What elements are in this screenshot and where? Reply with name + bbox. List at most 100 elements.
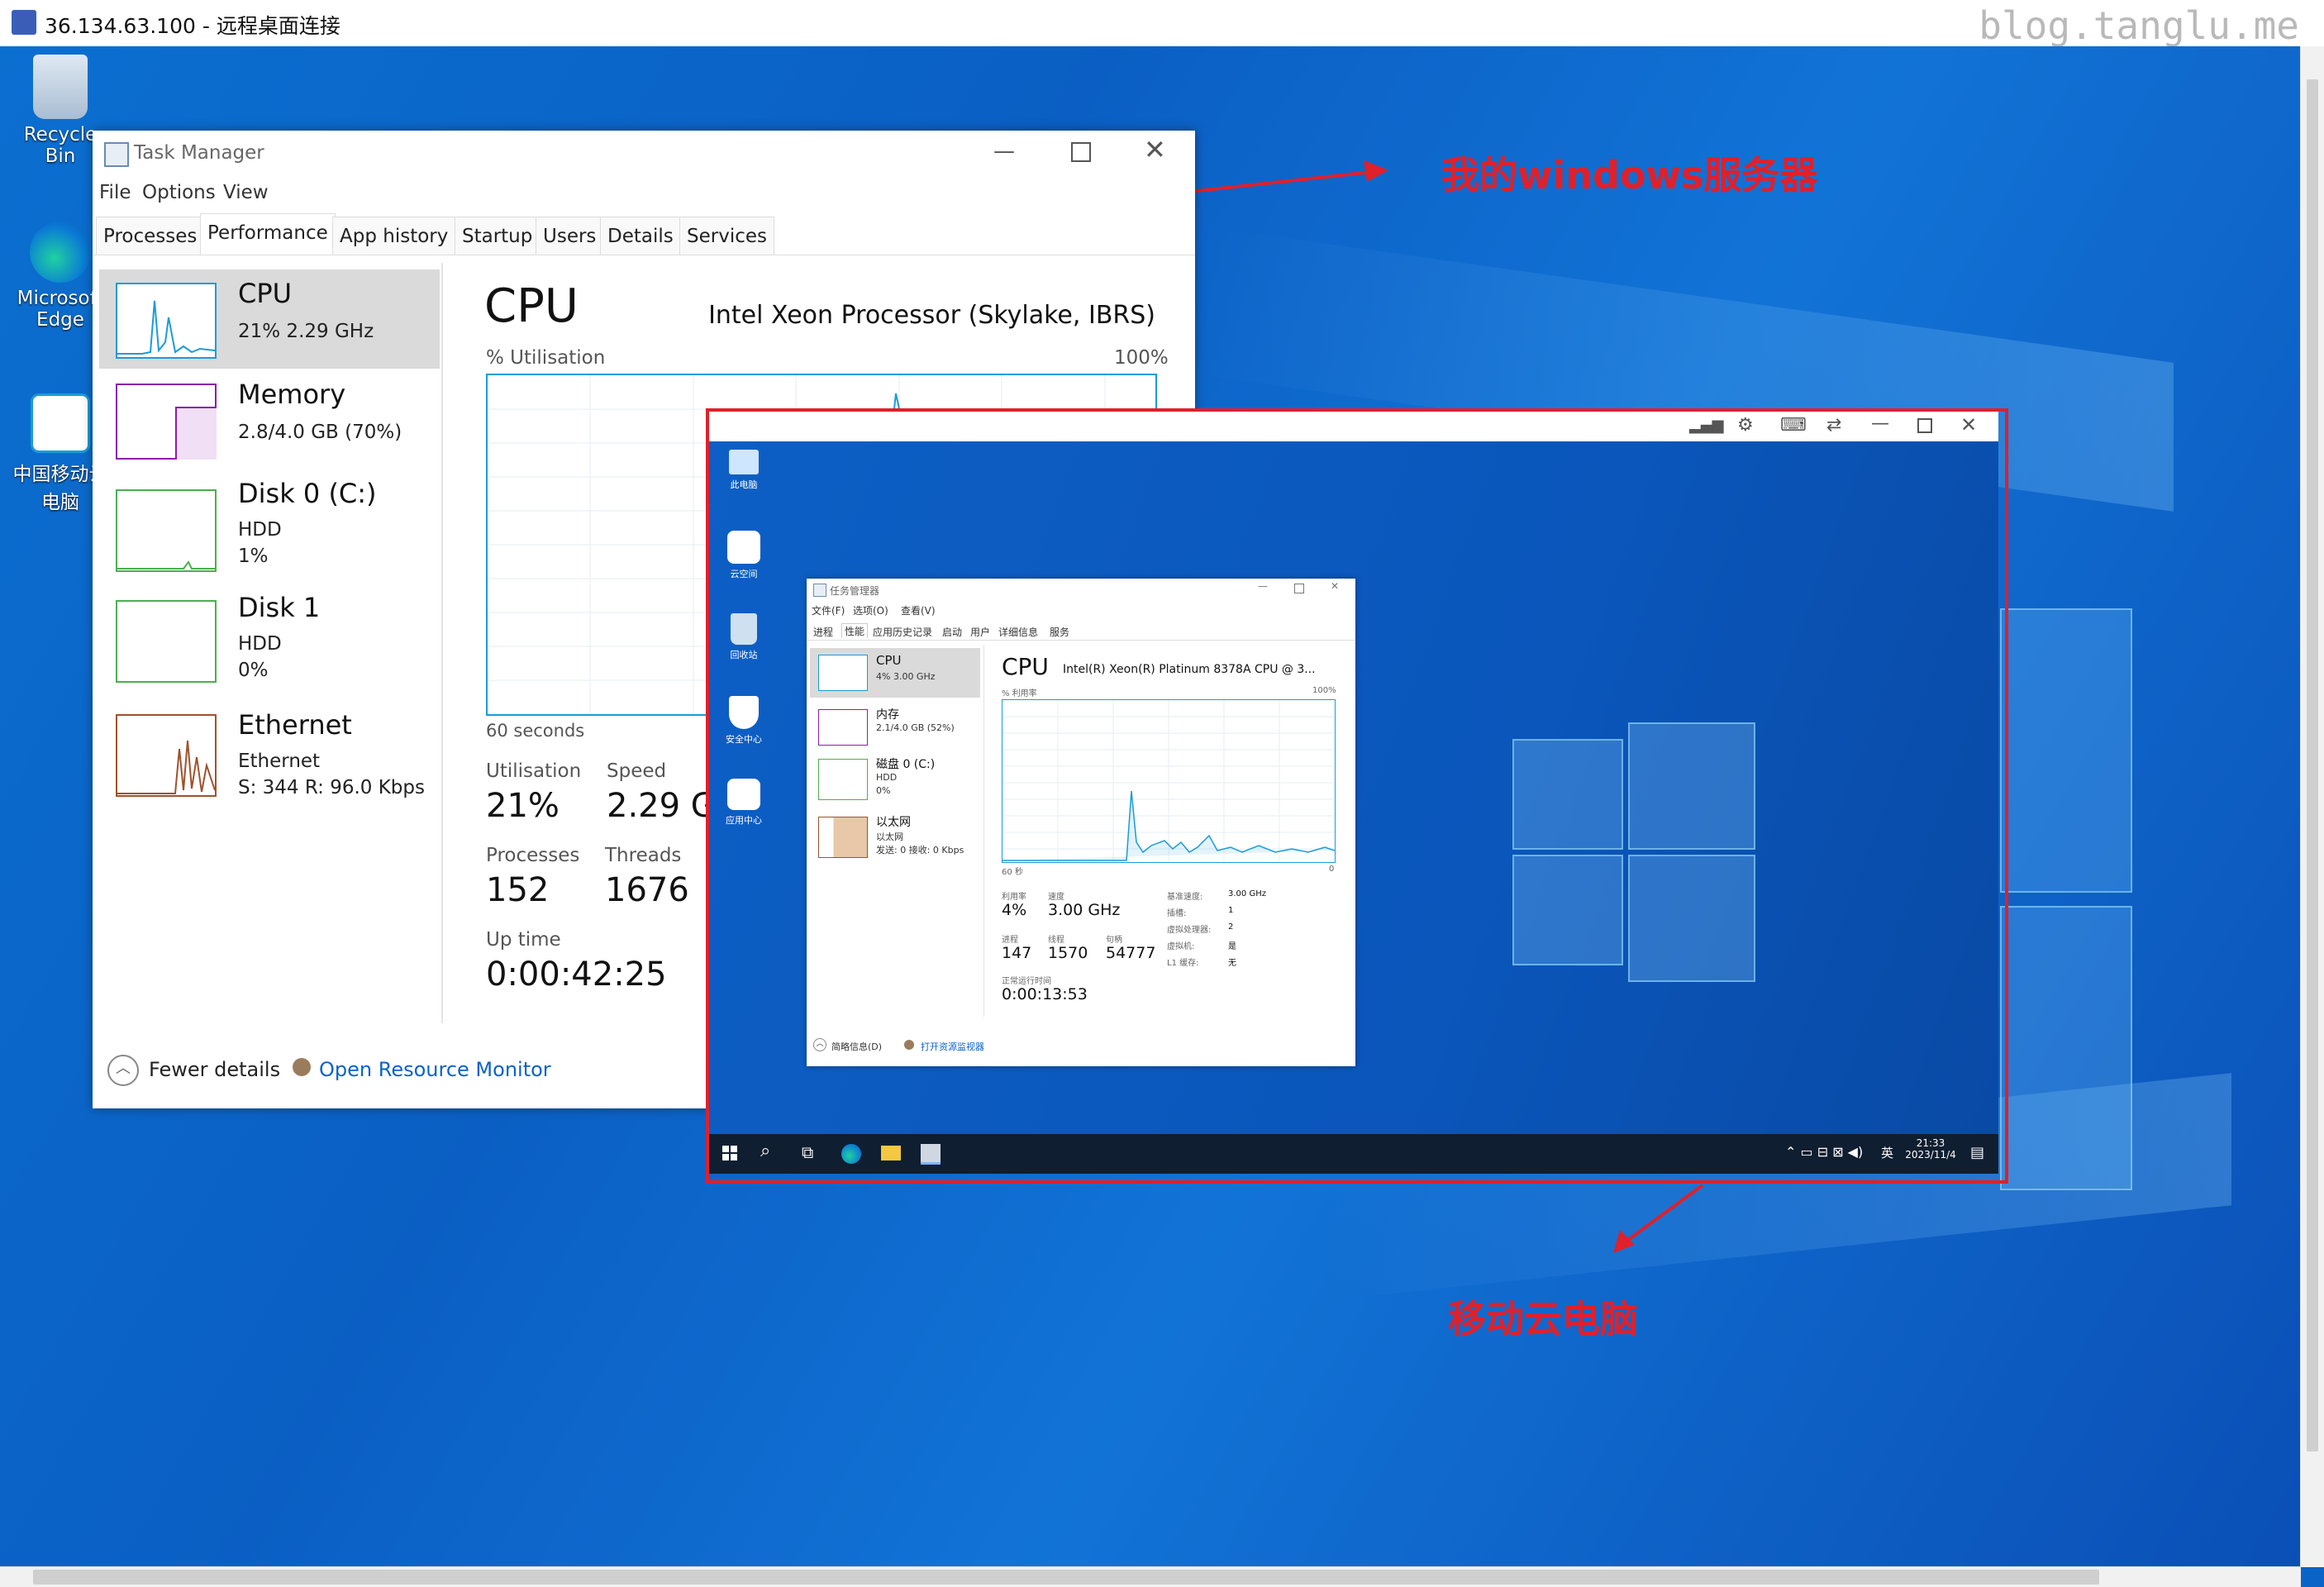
menu-view[interactable]: View <box>223 182 269 203</box>
perf-item-disk1[interactable]: Disk 1 HDD 0% <box>99 584 440 696</box>
fewer-details-button[interactable]: 简略信息(D) <box>831 1040 882 1053</box>
perf-item-detail: 4% 3.00 GHz <box>876 671 936 682</box>
perf-item-cpu[interactable]: CPU 4% 3.00 GHz <box>810 648 980 698</box>
tab-performance[interactable]: Performance <box>200 213 336 255</box>
tab-app-history[interactable]: 应用历史记录 <box>873 625 932 639</box>
tab-users[interactable]: Users <box>536 217 604 255</box>
stat-value-processes: 147 <box>1002 944 1032 962</box>
open-resource-monitor-link[interactable]: Open Resource Monitor <box>319 1058 551 1081</box>
perf-item-detail: Ethernet <box>238 751 321 772</box>
perf-item-detail: 2.8/4.0 GB (70%) <box>238 422 402 443</box>
tab-performance[interactable]: 性能 <box>841 623 869 638</box>
perf-item-name: Disk 0 (C:) <box>238 478 377 509</box>
start-icon[interactable] <box>722 1146 737 1160</box>
close-icon[interactable]: ✕ <box>1144 134 1166 165</box>
close-icon[interactable]: ✕ <box>1331 580 1339 592</box>
spec-label: 插槽: <box>1167 909 1187 918</box>
signal-icon: ▂▄▆ <box>1689 417 1724 434</box>
util-axis-max: 100% <box>1114 347 1169 369</box>
windows-logo-pane <box>1512 855 1623 965</box>
tray-icons[interactable]: ⌃ ▭ ⊟ ⊠ ◀) <box>1785 1144 1863 1160</box>
task-view-icon[interactable]: ⧉ <box>802 1142 813 1162</box>
app-center-icon <box>727 779 760 810</box>
cloud-task-manager-window[interactable]: 任务管理器 — ✕ 文件(F) 选项(O) 查看(V) 进程 性能 应用历史记录… <box>807 579 1355 1066</box>
cloud-icon-label: 云空间 <box>730 569 758 579</box>
minimize-icon[interactable]: — <box>993 139 1015 164</box>
keyboard-icon[interactable]: ⌨ <box>1780 415 1807 436</box>
perf-item-ethernet[interactable]: 以太网 以太网 发送: 0 接收: 0 Kbps <box>810 810 980 865</box>
chevron-up-icon[interactable]: ︿ <box>813 1038 826 1051</box>
scroll-thumb[interactable] <box>2307 79 2318 1451</box>
maximize-icon[interactable] <box>1917 418 1932 433</box>
perf-item-disk0[interactable]: Disk 0 (C:) HDD 1% <box>99 469 440 582</box>
sidebar-divider <box>983 645 984 1017</box>
horizontal-scrollbar[interactable] <box>0 1566 2301 1587</box>
perf-item-name: Memory <box>238 379 346 410</box>
ime-indicator[interactable]: 英 <box>1881 1144 1893 1161</box>
close-icon[interactable]: ✕ <box>1960 413 1977 436</box>
stat-value-speed: 3.00 GHz <box>1048 901 1121 919</box>
chevron-up-icon[interactable]: ︿ <box>107 1055 139 1086</box>
perf-item-memory[interactable]: 内存 2.1/4.0 GB (52%) <box>810 703 980 751</box>
edge-icon[interactable] <box>841 1144 861 1164</box>
task-manager-icon[interactable] <box>921 1144 941 1165</box>
stat-value-utilisation: 21% <box>486 787 560 825</box>
tab-app-history[interactable]: App history <box>332 217 456 255</box>
cloud-desktop-icon-apps[interactable]: 应用中心 <box>717 779 770 827</box>
tab-processes[interactable]: 进程 <box>813 625 833 639</box>
scroll-thumb[interactable] <box>33 1570 2099 1585</box>
menu-file[interactable]: 文件(F) <box>812 603 845 617</box>
stat-label-uptime: Up time <box>486 929 561 951</box>
fewer-details-button[interactable]: Fewer details <box>149 1058 280 1081</box>
clock-date: 2023/11/4 <box>1905 1149 1956 1160</box>
maximize-icon[interactable] <box>1294 584 1304 593</box>
spec-label: L1 缓存: <box>1167 959 1199 968</box>
clock-time: 21:33 <box>1916 1137 1945 1149</box>
vertical-scrollbar[interactable] <box>2300 46 2324 1567</box>
cloud-desktop-icon-pc[interactable]: 此电脑 <box>717 450 770 491</box>
maximize-icon[interactable] <box>1071 142 1091 162</box>
annotation-cloud: 移动云电脑 <box>1448 1297 1638 1342</box>
perf-item-detail: HDD <box>238 633 282 655</box>
perf-item-detail: HDD <box>876 772 898 783</box>
spec-label: 虚拟机: <box>1167 942 1195 951</box>
open-resource-monitor-link[interactable]: 打开资源监视器 <box>921 1040 984 1053</box>
perf-item-ethernet[interactable]: Ethernet Ethernet S: 344 R: 96.0 Kbps <box>99 701 440 813</box>
menu-view[interactable]: 查看(V) <box>901 603 936 617</box>
cloud-desktop-icon-recycle[interactable]: 回收站 <box>717 613 770 661</box>
menu-options[interactable]: 选项(O) <box>853 603 888 617</box>
switch-icon[interactable]: ⇄ <box>1826 415 1841 436</box>
perf-item-disk0[interactable]: 磁盘 0 (C:) HDD 0% <box>810 752 980 807</box>
stat-value-handles: 54777 <box>1106 944 1156 962</box>
cloud-desktop-icon-security[interactable]: 安全中心 <box>717 696 770 746</box>
tab-startup[interactable]: 启动 <box>942 625 962 639</box>
cloud-desktop-icon-space[interactable]: 云空间 <box>717 531 770 580</box>
menu-file[interactable]: File <box>99 182 131 203</box>
perf-item-name: 磁盘 0 (C:) <box>876 758 936 771</box>
tab-users[interactable]: 用户 <box>970 625 990 639</box>
perf-heading: CPU <box>484 279 579 333</box>
gear-icon[interactable]: ⚙ <box>1737 415 1754 436</box>
tab-services[interactable]: Services <box>679 217 774 255</box>
resource-monitor-icon <box>904 1040 914 1050</box>
tab-startup[interactable]: Startup <box>455 217 541 255</box>
tab-processes[interactable]: Processes <box>96 217 205 255</box>
search-icon[interactable]: ⌕ <box>760 1141 770 1161</box>
minimize-icon[interactable]: — <box>1258 580 1268 592</box>
util-axis-label: % 利用率 <box>1002 689 1037 698</box>
folder-icon[interactable] <box>881 1146 901 1160</box>
tab-services[interactable]: 服务 <box>1050 625 1069 639</box>
notification-icon[interactable]: ▤ <box>1970 1144 1984 1161</box>
stat-value-uptime: 0:00:42:25 <box>486 956 667 994</box>
minimize-icon[interactable]: — <box>1871 413 1889 434</box>
recycle-bin-icon <box>731 613 757 645</box>
menu-options[interactable]: Options <box>142 182 216 203</box>
stat-label-handles: 句柄 <box>1106 936 1122 945</box>
perf-item-cpu[interactable]: CPU 21% 2.29 GHz <box>99 269 440 369</box>
tab-details[interactable]: 详细信息 <box>998 625 1038 639</box>
arrow-to-cloud <box>1626 1184 1704 1241</box>
clock[interactable]: 21:33 2023/11/4 <box>1904 1137 1957 1160</box>
perf-item-memory[interactable]: Memory 2.8/4.0 GB (70%) <box>99 370 440 469</box>
tab-details[interactable]: Details <box>600 217 681 255</box>
time-axis-end: 0 <box>1329 865 1335 874</box>
